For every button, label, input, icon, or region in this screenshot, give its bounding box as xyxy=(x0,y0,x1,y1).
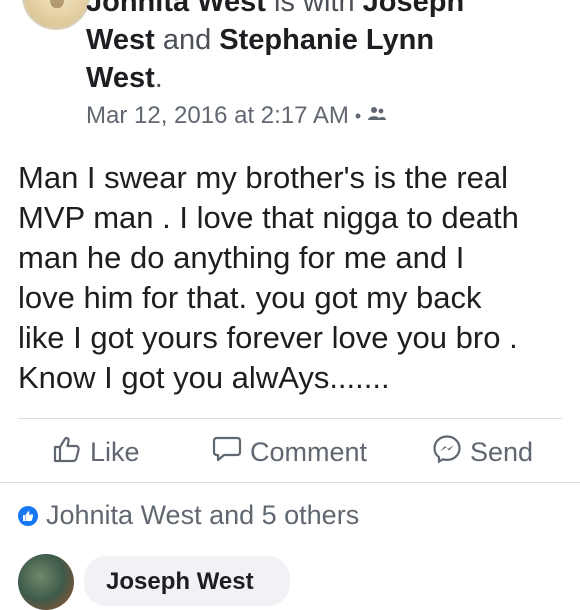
post-body: Man I swear my brother's is the real MVP… xyxy=(18,158,578,398)
commenter-avatar[interactable] xyxy=(18,554,74,610)
tagged-person-1-cont[interactable]: West xyxy=(86,24,155,56)
post-body-line: Man I swear my brother's is the real xyxy=(18,160,509,195)
post-header-line-3: West. xyxy=(86,60,163,96)
reactions-summary[interactable]: Johnita West and 5 others xyxy=(18,500,359,531)
post-body-line: like I got yours forever love you bro . xyxy=(18,320,518,355)
post-header-line-2: West and Stephanie Lynn xyxy=(86,22,434,58)
author-name[interactable]: Johnita West xyxy=(86,0,266,18)
tagged-person-1[interactable]: Joseph xyxy=(363,0,465,18)
post-meta: Mar 12, 2016 at 2:17 AM • xyxy=(86,102,387,130)
tagged-person-2[interactable]: Stephanie Lynn xyxy=(219,24,434,56)
like-label: Like xyxy=(90,436,140,467)
post-body-line: love him for that. you got my back xyxy=(18,280,482,315)
post-body-line: man he do anything for me and I xyxy=(18,240,465,275)
speech-bubble-icon xyxy=(212,435,250,470)
meta-separator: • xyxy=(354,105,362,126)
comment-button[interactable]: Comment xyxy=(212,432,367,472)
friends-icon[interactable] xyxy=(367,102,387,130)
send-button[interactable]: Send xyxy=(432,432,533,472)
comment-label: Comment xyxy=(250,436,368,467)
like-badge-icon xyxy=(18,505,38,526)
post-body-line: Know I got you alwAys....... xyxy=(18,360,390,395)
post-timestamp[interactable]: Mar 12, 2016 at 2:17 AM xyxy=(86,102,349,130)
reactions-summary-text: Johnita West and 5 others xyxy=(46,500,360,530)
actions-bottom-divider xyxy=(0,482,580,483)
period: . xyxy=(154,62,163,94)
post-header-line-1: Johnita West is with Joseph xyxy=(86,0,464,20)
tagged-person-2-cont[interactable]: West xyxy=(86,62,155,94)
comment-bubble[interactable]: Joseph West xyxy=(84,556,290,606)
author-avatar[interactable] xyxy=(22,0,90,30)
send-label: Send xyxy=(470,436,534,467)
like-button[interactable]: Like xyxy=(52,432,140,472)
messenger-icon xyxy=(432,434,470,471)
thumbs-up-icon xyxy=(52,435,90,470)
and-text: and xyxy=(154,24,220,56)
post-body-line: MVP man . I love that nigga to death xyxy=(18,200,519,235)
comment-author[interactable]: Joseph West xyxy=(106,568,254,595)
with-text: is with xyxy=(265,0,363,18)
actions-top-divider xyxy=(18,418,562,419)
